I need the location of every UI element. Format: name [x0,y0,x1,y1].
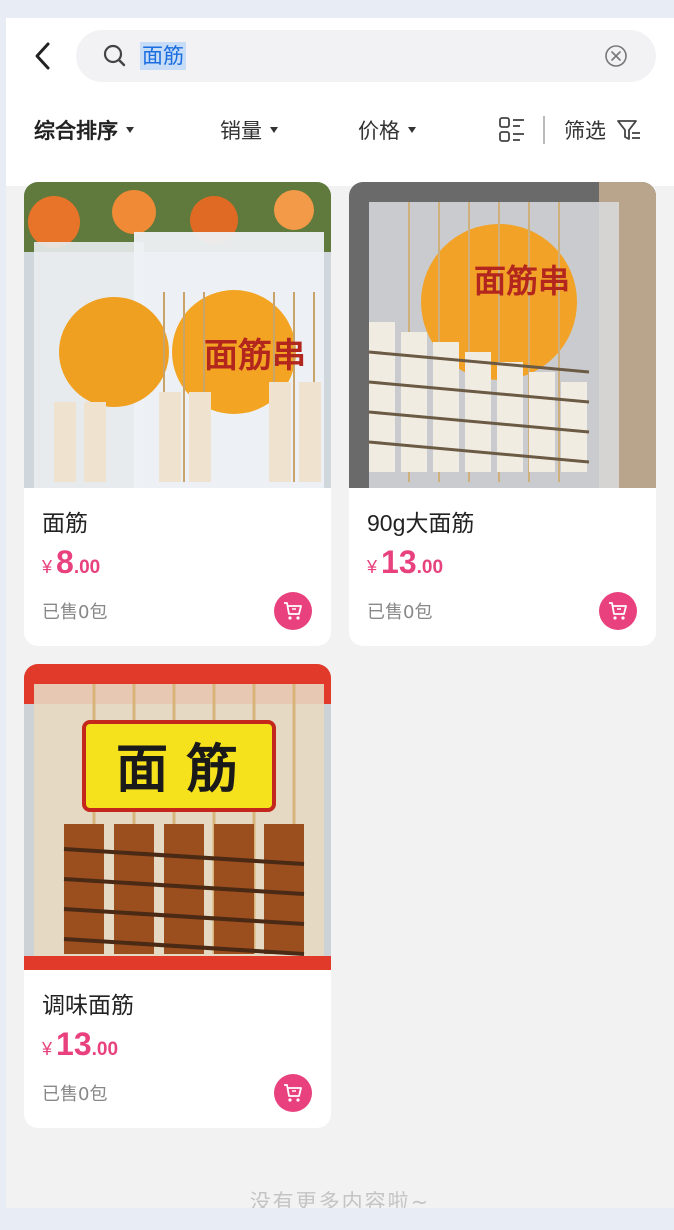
sold-count: 已售0包 [42,602,108,623]
product-image: 面筋串 [349,182,656,488]
divider [543,116,545,144]
product-card[interactable]: 面 筋 调味面筋 ¥ 13 .00 已售0包 [24,664,331,1128]
back-button[interactable] [28,38,58,74]
app-screen: 面筋 综合排序 销量 价格 筛选 面筋串 面筋 ¥ 8 .00 已售0包 面筋串… [6,18,674,1208]
product-name: 面筋 [42,510,88,536]
product-name: 调味面筋 [42,992,134,1018]
product-name: 90g大面筋 [367,510,475,536]
header: 面筋 综合排序 销量 价格 筛选 [6,18,674,186]
sort-sales[interactable]: 销量 [220,108,278,152]
filter-button[interactable]: 筛选 [564,108,642,152]
sort-comprehensive-label: 综合排序 [34,119,118,143]
search-query-text[interactable]: 面筋 [140,42,186,70]
clear-icon[interactable] [604,44,628,68]
cart-icon [609,602,627,620]
sort-comprehensive[interactable]: 综合排序 [34,108,134,152]
filter-icon [617,120,640,140]
search-icon [103,44,126,67]
chevron-left-icon [35,42,50,70]
add-to-cart-button[interactable] [274,1074,312,1112]
product-image: 面 筋 [24,664,331,970]
filter-label: 筛选 [564,119,606,143]
product-price: ¥ 13 .00 [42,1026,119,1062]
add-to-cart-button[interactable] [599,592,637,630]
sort-bar: 综合排序 销量 价格 筛选 [6,108,674,152]
product-card[interactable]: 面筋串 90g大面筋 ¥ 13 .00 已售0包 [349,182,656,646]
sold-count: 已售0包 [367,602,433,623]
sort-sales-label: 销量 [220,119,262,143]
add-to-cart-button[interactable] [274,592,312,630]
product-image: 面筋串 [24,182,331,488]
cart-icon [284,1084,302,1102]
caret-down-icon [408,127,416,133]
packaging-text: 面筋串 [204,336,306,376]
sort-price-label: 价格 [358,119,400,143]
list-layout-icon[interactable] [498,116,526,144]
product-card[interactable]: 面筋串 面筋 ¥ 8 .00 已售0包 [24,182,331,646]
product-price: ¥ 13 .00 [367,544,444,580]
sort-price[interactable]: 价格 [358,108,416,152]
packaging-text: 面 筋 [116,740,238,800]
product-price: ¥ 8 .00 [42,544,101,580]
caret-down-icon [126,127,134,133]
search-input[interactable]: 面筋 [76,30,656,82]
packaging-text: 面筋串 [474,262,570,300]
caret-down-icon [270,127,278,133]
no-more-content-tip: 没有更多内容啦~ [249,1190,431,1208]
sold-count: 已售0包 [42,1084,108,1105]
cart-icon [284,602,302,620]
